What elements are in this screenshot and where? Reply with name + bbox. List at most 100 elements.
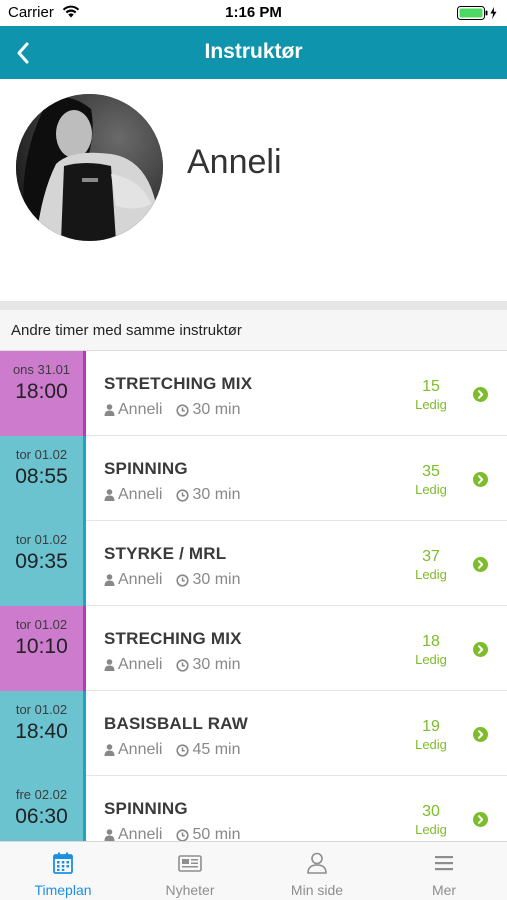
newspaper-icon bbox=[178, 855, 202, 872]
clock-icon bbox=[176, 743, 190, 757]
date-block: ons 31.01 18:00 bbox=[0, 351, 86, 436]
clock-icon bbox=[176, 658, 190, 672]
instructor-label: Anneli bbox=[118, 826, 163, 841]
class-row[interactable]: fre 02.02 06:30 SPINNING Anneli 50 min 3… bbox=[0, 776, 507, 841]
date-block: tor 01.02 09:35 bbox=[0, 521, 86, 606]
available-spots: 15 Ledig bbox=[410, 378, 452, 412]
person-icon bbox=[104, 574, 115, 586]
section-header: Andre timer med samme instruktør bbox=[0, 310, 507, 351]
page-title: Instruktør bbox=[204, 40, 303, 63]
person-icon bbox=[104, 744, 115, 756]
chevron-circle-right-icon[interactable] bbox=[473, 472, 488, 487]
class-day: tor 01.02 bbox=[15, 702, 68, 717]
duration-label: 30 min bbox=[192, 486, 241, 503]
section-divider bbox=[0, 301, 507, 310]
tab-nyheter[interactable]: Nyheter bbox=[127, 842, 253, 900]
class-time: 06:30 bbox=[15, 805, 68, 828]
duration-label: 30 min bbox=[192, 571, 241, 588]
duration-label: 50 min bbox=[192, 826, 241, 841]
tab-min-side[interactable]: Min side bbox=[254, 842, 380, 900]
person-icon bbox=[104, 404, 115, 416]
chevron-circle-right-icon[interactable] bbox=[473, 557, 488, 572]
class-time: 08:55 bbox=[15, 465, 68, 488]
tab-label: Nyheter bbox=[165, 882, 215, 898]
spots-count: 30 bbox=[422, 803, 440, 820]
spots-count: 15 bbox=[422, 378, 440, 395]
calendar-icon bbox=[53, 852, 73, 874]
instructor-label: Anneli bbox=[118, 401, 163, 418]
available-spots: 19 Ledig bbox=[410, 718, 452, 752]
spots-label: Ledig bbox=[415, 567, 447, 582]
date-block: tor 01.02 10:10 bbox=[0, 606, 86, 691]
class-day: tor 01.02 bbox=[15, 617, 68, 632]
class-row[interactable]: ons 31.01 18:00 STRETCHING MIX Anneli 30… bbox=[0, 351, 507, 436]
class-row[interactable]: tor 01.02 08:55 SPINNING Anneli 30 min 3… bbox=[0, 436, 507, 521]
spots-count: 35 bbox=[422, 463, 440, 480]
class-meta: Anneli 30 min bbox=[104, 656, 241, 674]
class-title: STRECHING MIX bbox=[104, 629, 242, 648]
class-meta: Anneli 30 min bbox=[104, 401, 241, 419]
class-row[interactable]: tor 01.02 09:35 STYRKE / MRL Anneli 30 m… bbox=[0, 521, 507, 606]
duration-label: 30 min bbox=[192, 401, 241, 418]
class-row[interactable]: tor 01.02 18:40 BASISBALL RAW Anneli 45 … bbox=[0, 691, 507, 776]
spots-label: Ledig bbox=[415, 737, 447, 752]
available-spots: 35 Ledig bbox=[410, 463, 452, 497]
clock-icon bbox=[176, 573, 190, 587]
class-time: 09:35 bbox=[15, 550, 68, 573]
class-row[interactable]: tor 01.02 10:10 STRECHING MIX Anneli 30 … bbox=[0, 606, 507, 691]
instructor-name: Anneli bbox=[187, 143, 282, 181]
chevron-circle-right-icon[interactable] bbox=[473, 812, 488, 827]
class-meta: Anneli 30 min bbox=[104, 571, 241, 589]
tab-timeplan[interactable]: Timeplan bbox=[0, 842, 126, 900]
available-spots: 18 Ledig bbox=[410, 633, 452, 667]
duration-label: 30 min bbox=[192, 656, 241, 673]
class-meta: Anneli 45 min bbox=[104, 741, 241, 759]
class-meta: Anneli 50 min bbox=[104, 826, 241, 841]
chevron-circle-right-icon[interactable] bbox=[473, 642, 488, 657]
tab-label: Min side bbox=[290, 882, 344, 898]
clock-icon bbox=[176, 828, 190, 841]
class-day: tor 01.02 bbox=[15, 532, 68, 547]
duration-label: 45 min bbox=[192, 741, 241, 758]
spots-count: 19 bbox=[422, 718, 440, 735]
person-icon bbox=[104, 489, 115, 501]
class-title: STYRKE / MRL bbox=[104, 544, 227, 563]
instructor-label: Anneli bbox=[118, 656, 163, 673]
tab-mer[interactable]: Mer bbox=[381, 842, 507, 900]
clock: 1:16 PM bbox=[225, 4, 282, 21]
clock-icon bbox=[176, 403, 190, 417]
spots-label: Ledig bbox=[415, 652, 447, 667]
clock-icon bbox=[176, 488, 190, 502]
instructor-label: Anneli bbox=[118, 571, 163, 588]
menu-icon bbox=[435, 856, 453, 871]
chevron-circle-right-icon[interactable] bbox=[473, 727, 488, 742]
instructor-label: Anneli bbox=[118, 741, 163, 758]
chevron-circle-right-icon[interactable] bbox=[473, 387, 488, 402]
tab-bar: Timeplan Nyheter Min side Mer bbox=[0, 841, 507, 900]
class-day: fre 02.02 bbox=[15, 787, 68, 802]
class-list: ons 31.01 18:00 STRETCHING MIX Anneli 30… bbox=[0, 351, 507, 841]
spots-count: 18 bbox=[422, 633, 440, 650]
class-title: STRETCHING MIX bbox=[104, 374, 253, 393]
tab-label: Timeplan bbox=[34, 882, 92, 898]
available-spots: 37 Ledig bbox=[410, 548, 452, 582]
date-block: tor 01.02 18:40 bbox=[0, 691, 86, 776]
class-title: SPINNING bbox=[104, 799, 188, 818]
class-time: 18:00 bbox=[15, 380, 68, 403]
date-block: fre 02.02 06:30 bbox=[0, 776, 86, 841]
instructor-profile: Anneli bbox=[0, 79, 507, 301]
spots-count: 37 bbox=[422, 548, 440, 565]
class-title: BASISBALL RAW bbox=[104, 714, 248, 733]
class-title: SPINNING bbox=[104, 459, 188, 478]
person-icon bbox=[104, 659, 115, 671]
instructor-label: Anneli bbox=[118, 486, 163, 503]
battery-icon bbox=[457, 6, 499, 25]
tab-label: Mer bbox=[431, 882, 457, 898]
status-bar: Carrier 1:16 PM bbox=[0, 0, 507, 26]
spots-label: Ledig bbox=[415, 822, 447, 837]
class-time: 10:10 bbox=[15, 635, 68, 658]
available-spots: 30 Ledig bbox=[410, 803, 452, 837]
class-day: tor 01.02 bbox=[15, 447, 68, 462]
class-meta: Anneli 30 min bbox=[104, 486, 241, 504]
spots-label: Ledig bbox=[415, 397, 447, 412]
